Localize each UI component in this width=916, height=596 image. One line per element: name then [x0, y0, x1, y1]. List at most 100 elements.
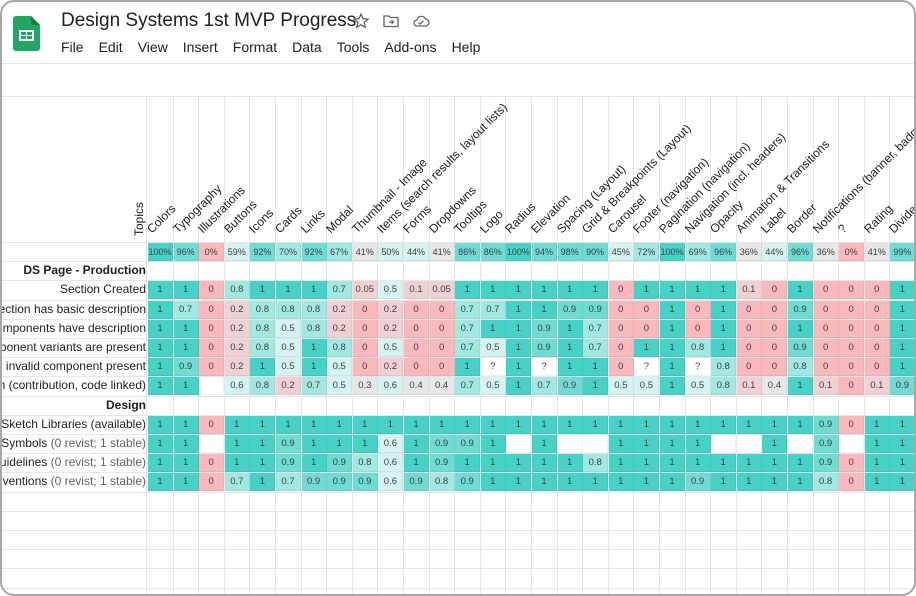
- data-cell[interactable]: 0: [762, 339, 788, 357]
- data-cell[interactable]: 0.9: [788, 339, 813, 357]
- data-cell[interactable]: 0: [839, 377, 865, 396]
- data-cell[interactable]: 0: [404, 358, 429, 377]
- data-cell[interactable]: 0.7: [276, 473, 301, 492]
- data-cell[interactable]: 1: [890, 435, 914, 453]
- section-header[interactable]: Design: [2, 398, 146, 412]
- data-cell[interactable]: 1: [890, 281, 914, 300]
- data-cell[interactable]: 1: [506, 454, 532, 473]
- data-cell[interactable]: 1: [890, 358, 914, 377]
- menu-tools[interactable]: Tools: [337, 39, 370, 55]
- data-cell[interactable]: 0.9: [532, 339, 557, 357]
- data-cell[interactable]: 0.8: [711, 358, 737, 377]
- data-cell[interactable]: 0: [685, 300, 711, 319]
- data-cell[interactable]: 0.9: [557, 300, 583, 319]
- data-cell[interactable]: ?: [685, 358, 711, 377]
- percent-cell[interactable]: 44%: [404, 243, 429, 261]
- data-cell[interactable]: 0.5: [480, 377, 506, 396]
- data-cell[interactable]: 0: [736, 339, 762, 357]
- data-cell[interactable]: 0: [839, 339, 865, 357]
- data-cell[interactable]: 1: [532, 300, 557, 319]
- data-cell[interactable]: 1: [608, 435, 634, 453]
- data-cell[interactable]: 0: [199, 300, 225, 319]
- data-cell[interactable]: 1: [608, 415, 634, 434]
- data-cell[interactable]: 0.9: [404, 473, 429, 492]
- data-cell[interactable]: 0.7: [301, 377, 327, 396]
- menu-insert[interactable]: Insert: [183, 39, 218, 55]
- data-cell[interactable]: 0: [352, 319, 378, 338]
- data-cell[interactable]: 0.1: [404, 281, 429, 300]
- data-cell[interactable]: 1: [480, 454, 506, 473]
- data-cell[interactable]: 0.2: [224, 358, 250, 377]
- data-cell[interactable]: 1: [583, 473, 609, 492]
- data-cell[interactable]: 1: [506, 300, 532, 319]
- data-cell[interactable]: 1: [506, 281, 532, 300]
- data-cell[interactable]: 0.6: [378, 377, 404, 396]
- percent-cell[interactable]: 72%: [634, 243, 660, 261]
- menu-add-ons[interactable]: Add-ons: [384, 39, 436, 55]
- percent-cell[interactable]: 41%: [429, 243, 455, 261]
- data-cell[interactable]: 1: [148, 281, 173, 300]
- data-cell[interactable]: 1: [557, 358, 583, 377]
- data-cell[interactable]: 1: [173, 415, 199, 434]
- data-cell[interactable]: 0: [429, 319, 455, 338]
- data-cell[interactable]: 0: [736, 300, 762, 319]
- data-cell[interactable]: 1: [634, 454, 660, 473]
- data-cell[interactable]: 0: [864, 339, 890, 357]
- section-header[interactable]: DS Page - Production: [2, 263, 146, 277]
- data-cell[interactable]: 1: [506, 415, 532, 434]
- row-label[interactable]: Section Created: [2, 282, 146, 296]
- data-cell[interactable]: 0: [608, 358, 634, 377]
- data-cell[interactable]: 1: [148, 473, 173, 492]
- data-cell[interactable]: 0.4: [404, 377, 429, 396]
- data-cell[interactable]: 1: [736, 415, 762, 434]
- data-cell[interactable]: 1: [660, 281, 685, 300]
- data-cell[interactable]: 1: [148, 300, 173, 319]
- percent-cell[interactable]: 90%: [583, 243, 609, 261]
- data-cell[interactable]: 0: [839, 300, 865, 319]
- row-label[interactable]: Sketch Symbols (0 revist; 1 stable): [2, 436, 146, 450]
- move-to-folder-icon[interactable]: [382, 12, 400, 30]
- data-cell[interactable]: 0: [813, 339, 839, 357]
- data-cell[interactable]: 1: [762, 473, 788, 492]
- data-cell[interactable]: 0: [839, 454, 865, 473]
- data-cell[interactable]: 1: [864, 454, 890, 473]
- data-cell[interactable]: 0: [608, 300, 634, 319]
- data-cell[interactable]: 1: [557, 281, 583, 300]
- data-cell[interactable]: 0.9: [813, 454, 839, 473]
- data-cell[interactable]: 0.2: [327, 319, 353, 338]
- data-cell[interactable]: 0: [404, 319, 429, 338]
- data-cell[interactable]: 0.7: [455, 300, 481, 319]
- data-cell[interactable]: 1: [532, 473, 557, 492]
- data-cell[interactable]: 1: [506, 377, 532, 396]
- data-cell[interactable]: 0.9: [890, 377, 914, 396]
- data-cell[interactable]: 0: [813, 319, 839, 338]
- data-cell[interactable]: 0.4: [429, 377, 455, 396]
- data-cell[interactable]: 1: [864, 415, 890, 434]
- data-cell[interactable]: 0: [199, 358, 225, 377]
- data-cell[interactable]: 0.2: [378, 358, 404, 377]
- data-cell[interactable]: 1: [762, 435, 788, 453]
- data-cell[interactable]: 1: [250, 473, 276, 492]
- data-cell[interactable]: 1: [608, 454, 634, 473]
- data-cell[interactable]: 1: [327, 435, 353, 453]
- data-cell[interactable]: 0: [199, 473, 225, 492]
- data-cell[interactable]: 1: [224, 435, 250, 453]
- menu-file[interactable]: File: [61, 39, 84, 55]
- data-cell[interactable]: [199, 435, 225, 453]
- data-cell[interactable]: 1: [660, 300, 685, 319]
- data-cell[interactable]: 1: [276, 415, 301, 434]
- percent-cell[interactable]: 99%: [890, 243, 914, 261]
- data-cell[interactable]: 1: [557, 454, 583, 473]
- percent-cell[interactable]: 94%: [532, 243, 557, 261]
- data-cell[interactable]: 0: [352, 339, 378, 357]
- row-label[interactable]: Sketch Libraries (available): [2, 417, 146, 431]
- data-cell[interactable]: 1: [532, 281, 557, 300]
- data-cell[interactable]: 1: [762, 454, 788, 473]
- data-cell[interactable]: 1: [455, 415, 481, 434]
- percent-cell[interactable]: 59%: [224, 243, 250, 261]
- data-cell[interactable]: 1: [762, 415, 788, 434]
- data-cell[interactable]: 0.9: [813, 435, 839, 453]
- data-cell[interactable]: 0.5: [685, 377, 711, 396]
- data-cell[interactable]: 0.7: [173, 300, 199, 319]
- data-cell[interactable]: [711, 435, 737, 453]
